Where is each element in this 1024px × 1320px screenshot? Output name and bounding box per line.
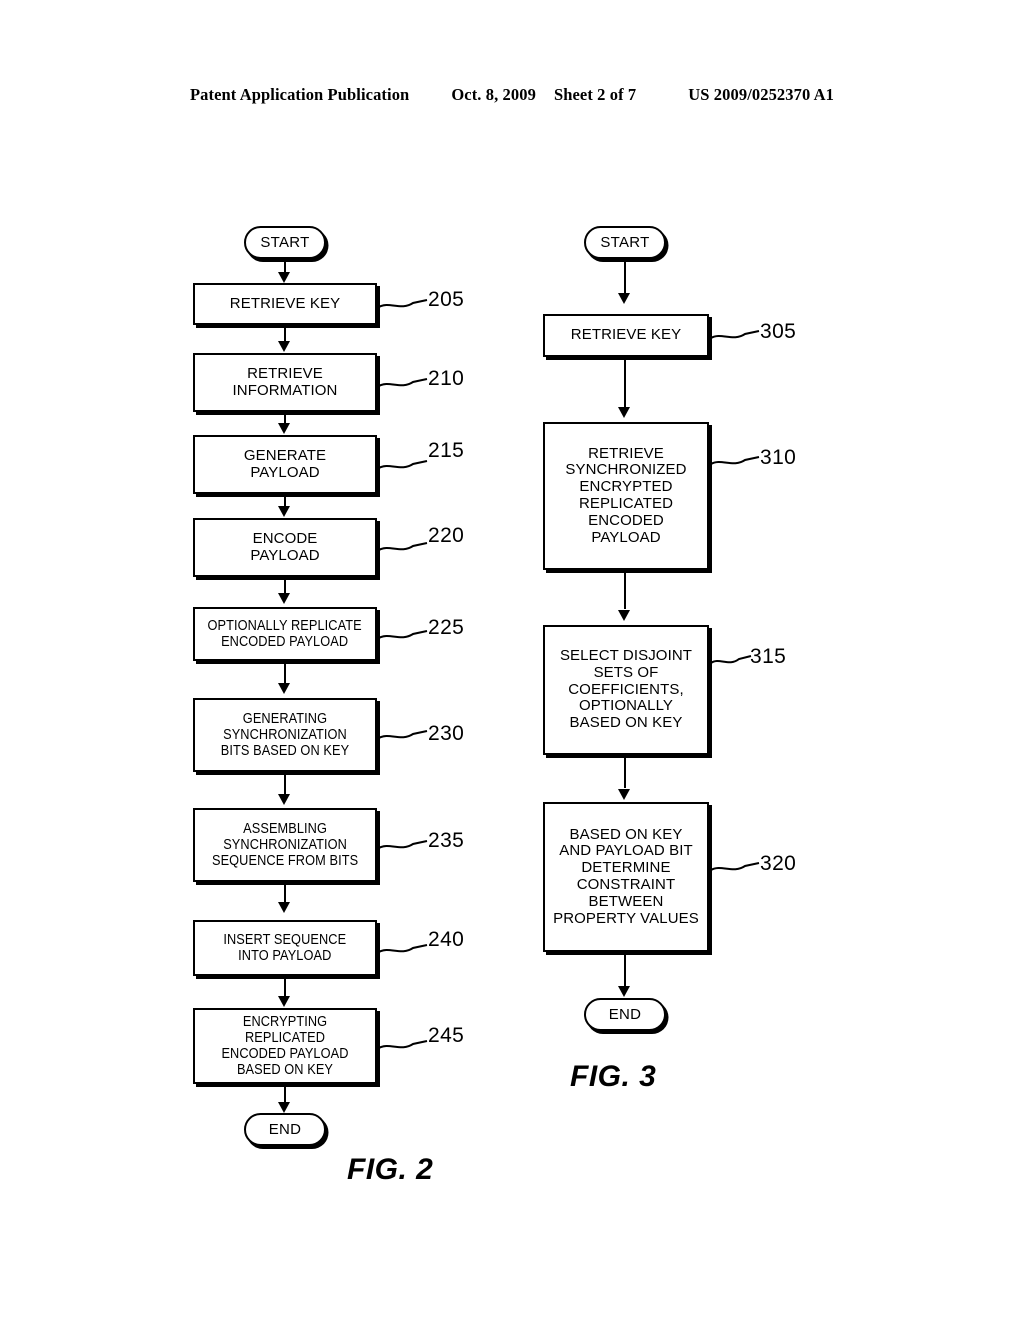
header-docnumber: US 2009/0252370 A1 xyxy=(688,85,835,104)
fig2-arrowhead-225-230 xyxy=(278,683,290,694)
fig2-step-240-text: INSERT SEQUENCE INTO PAYLOAD xyxy=(223,931,347,964)
fig3-step-310: RETRIEVE SYNCHRONIZED ENCRYPTED REPLICAT… xyxy=(543,422,709,570)
header-publication: Patent Application Publication xyxy=(189,85,410,104)
fig2-step-235: ASSEMBLING SYNCHRONIZATION SEQUENCE FROM… xyxy=(193,808,377,882)
fig3-arrowhead-start-305 xyxy=(618,293,630,304)
fig2-arrowhead-220-225 xyxy=(278,593,290,604)
fig3-start-terminator: START xyxy=(584,226,666,259)
fig2-step-220-text: ENCODE PAYLOAD xyxy=(250,529,320,564)
fig3-connector-start-305 xyxy=(624,259,626,295)
fig2-step-205: RETRIEVE KEY xyxy=(193,283,377,325)
fig3-step-315-text: SELECT DISJOINT SETS OF COEFFICIENTS, OP… xyxy=(559,647,693,732)
fig3-arrowhead-305-310 xyxy=(618,407,630,418)
fig3-leader-305 xyxy=(710,330,760,340)
fig2-refnum-225: 225 xyxy=(428,616,465,639)
fig3-leader-315 xyxy=(710,655,752,665)
fig2-refnum-220: 220 xyxy=(428,524,465,547)
fig2-leader-245 xyxy=(378,1040,428,1050)
fig2-refnum-235: 235 xyxy=(428,829,465,852)
fig2-leader-225 xyxy=(378,630,428,640)
fig3-refnum-320: 320 xyxy=(760,852,797,875)
fig3-leader-310 xyxy=(710,456,760,466)
fig3-arrowhead-320-end xyxy=(618,986,630,997)
fig2-arrowhead-245-end xyxy=(278,1102,290,1113)
fig3-step-320: BASED ON KEY AND PAYLOAD BIT DETERMINE C… xyxy=(543,802,709,952)
fig2-refnum-205: 205 xyxy=(428,288,465,311)
fig3-step-305-text: RETRIEVE KEY xyxy=(570,326,682,344)
fig2-leader-235 xyxy=(378,840,428,850)
fig2-step-225: OPTIONALLY REPLICATE ENCODED PAYLOAD xyxy=(193,607,377,661)
fig2-step-245-text: ENCRYPTING REPLICATED ENCODED PAYLOAD BA… xyxy=(221,1013,349,1079)
fig3-arrowhead-315-320 xyxy=(618,789,630,800)
fig2-step-210: RETRIEVE INFORMATION xyxy=(193,353,377,412)
fig2-leader-240 xyxy=(378,944,428,954)
fig3-refnum-305: 305 xyxy=(760,320,797,343)
fig3-connector-305-310 xyxy=(624,358,626,408)
fig3-step-315: SELECT DISJOINT SETS OF COEFFICIENTS, OP… xyxy=(543,625,709,755)
header-sheet: Sheet 2 of 7 xyxy=(553,85,637,104)
fig3-connector-320-end xyxy=(624,953,626,987)
fig2-step-230-text: GENERATING SYNCHRONIZATION BITS BASED ON… xyxy=(220,710,350,760)
fig2-step-205-text: RETRIEVE KEY xyxy=(229,294,341,312)
fig2-end-label: END xyxy=(268,1121,302,1138)
fig2-leader-210 xyxy=(378,378,428,388)
fig2-connector-220-225 xyxy=(284,578,286,594)
fig2-step-215: GENERATE PAYLOAD xyxy=(193,435,377,494)
fig2-connector-205-210 xyxy=(284,326,286,342)
fig3-step-305: RETRIEVE KEY xyxy=(543,314,709,357)
fig3-step-310-text: RETRIEVE SYNCHRONIZED ENCRYPTED REPLICAT… xyxy=(565,444,687,546)
fig2-connector-235-240 xyxy=(284,883,286,903)
fig3-end-label: END xyxy=(608,1006,642,1023)
fig2-leader-215 xyxy=(378,460,428,470)
fig2-refnum-230: 230 xyxy=(428,722,465,745)
fig2-end-terminator: END xyxy=(244,1113,326,1146)
fig2-connector-225-230 xyxy=(284,662,286,684)
fig2-leader-205 xyxy=(378,299,428,309)
fig2-start-terminator: START xyxy=(244,226,326,259)
header-date: Oct. 8, 2009 xyxy=(451,85,536,104)
fig3-leader-320 xyxy=(710,862,760,872)
fig2-arrowhead-start-205 xyxy=(278,272,290,283)
fig2-arrowhead-240-245 xyxy=(278,996,290,1007)
fig2-arrowhead-215-220 xyxy=(278,506,290,517)
fig3-label: FIG. 3 xyxy=(570,1060,657,1093)
fig3-refnum-315: 315 xyxy=(750,645,787,668)
fig3-refnum-310: 310 xyxy=(760,446,797,469)
fig2-label: FIG. 2 xyxy=(347,1153,434,1186)
fig3-arrowhead-310-315 xyxy=(618,610,630,621)
fig2-connector-240-245 xyxy=(284,977,286,997)
fig3-connector-310-315 xyxy=(624,571,626,609)
fig2-connector-230-235 xyxy=(284,773,286,795)
fig2-leader-220 xyxy=(378,542,428,552)
fig2-step-245: ENCRYPTING REPLICATED ENCODED PAYLOAD BA… xyxy=(193,1008,377,1084)
fig2-leader-230 xyxy=(378,730,428,740)
fig2-refnum-210: 210 xyxy=(428,367,465,390)
fig2-step-230: GENERATING SYNCHRONIZATION BITS BASED ON… xyxy=(193,698,377,772)
fig3-connector-315-320 xyxy=(624,756,626,788)
page-header: Patent Application Publication Oct. 8, 20… xyxy=(0,85,1024,105)
fig2-arrowhead-205-210 xyxy=(278,341,290,352)
fig2-step-235-text: ASSEMBLING SYNCHRONIZATION SEQUENCE FROM… xyxy=(211,820,359,870)
fig2-refnum-245: 245 xyxy=(428,1024,465,1047)
fig2-start-label: START xyxy=(260,234,310,251)
fig3-step-320-text: BASED ON KEY AND PAYLOAD BIT DETERMINE C… xyxy=(553,825,699,927)
fig2-refnum-240: 240 xyxy=(428,928,465,951)
fig2-connector-245-end xyxy=(284,1085,286,1103)
fig2-step-210-text: RETRIEVE INFORMATION xyxy=(232,364,338,399)
fig2-refnum-215: 215 xyxy=(428,439,465,462)
fig2-step-225-text: OPTIONALLY REPLICATE ENCODED PAYLOAD xyxy=(207,617,363,650)
fig2-step-215-text: GENERATE PAYLOAD xyxy=(243,446,327,481)
fig2-step-240: INSERT SEQUENCE INTO PAYLOAD xyxy=(193,920,377,976)
fig2-step-220: ENCODE PAYLOAD xyxy=(193,518,377,577)
fig3-end-terminator: END xyxy=(584,998,666,1031)
fig3-start-label: START xyxy=(600,234,650,251)
fig2-arrowhead-235-240 xyxy=(278,902,290,913)
fig2-arrowhead-230-235 xyxy=(278,794,290,805)
fig2-arrowhead-210-215 xyxy=(278,423,290,434)
